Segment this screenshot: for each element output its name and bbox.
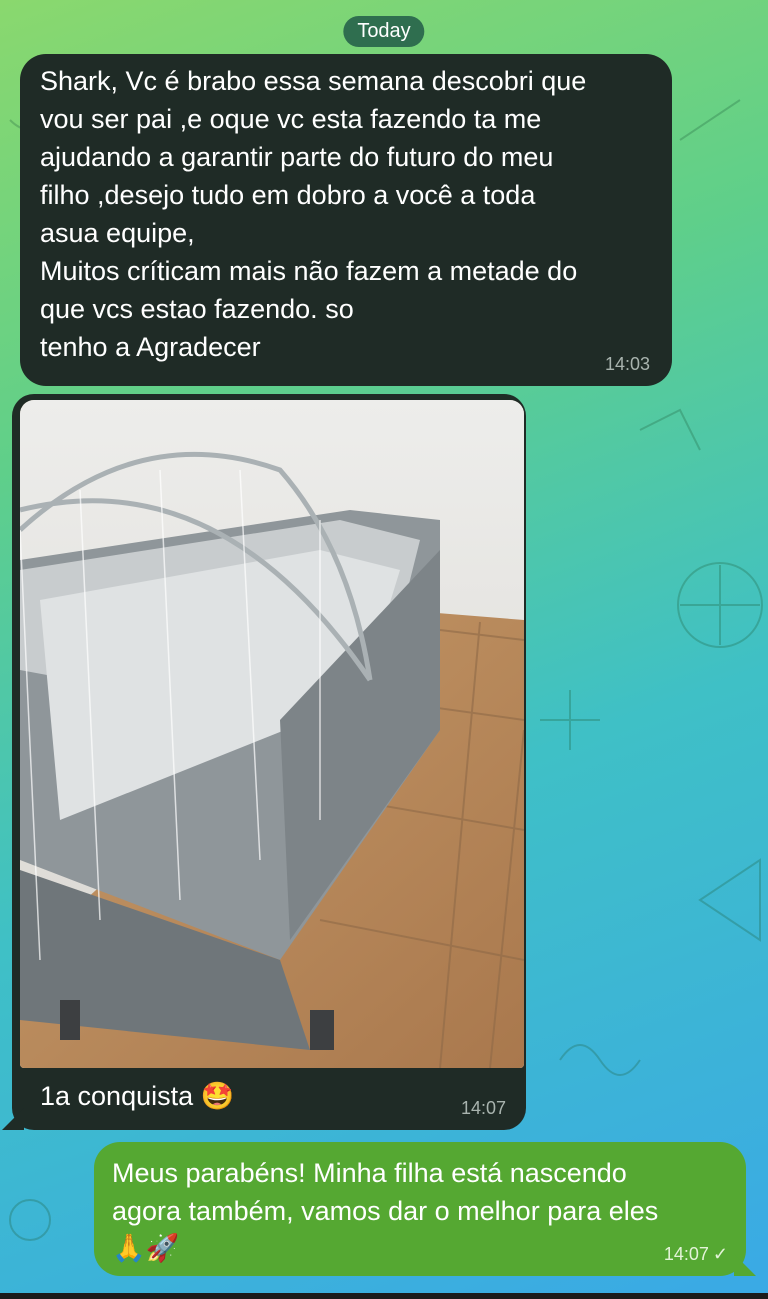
message-time: 14:07 (460, 1098, 506, 1118)
incoming-photo-message[interactable]: 1a conquista 🤩 14:07 (2, 394, 526, 1130)
message-text-line: ajudando a garantir parte do futuro do m… (40, 142, 554, 172)
message-time: 14:07 (663, 1244, 709, 1264)
message-text-line: tenho a Agradecer (40, 332, 261, 362)
photo-attachment[interactable] (20, 400, 524, 1068)
message-time-status: 14:07 ✓ (664, 1244, 728, 1264)
screen-bottom-edge (0, 1293, 768, 1299)
playpen-photo (20, 400, 524, 1068)
message-time: 14:03 (604, 354, 650, 374)
date-divider: Today (343, 16, 425, 47)
caption-text: 1a conquista (40, 1081, 194, 1111)
bubble-tail (734, 1254, 756, 1276)
outgoing-message-bubble[interactable]: Meus parabéns! Minha filha está nascendo… (94, 1142, 756, 1276)
double-check-icon: ✓ (712, 1244, 728, 1264)
star-struck-emoji: 🤩 (200, 1081, 235, 1112)
message-text-line: vou ser pai ,e oque vc esta fazendo ta m… (40, 104, 542, 134)
photo-caption: 1a conquista 🤩 (40, 1078, 234, 1115)
incoming-message-bubble[interactable]: Shark, Vc é brabo essa semana descobri q… (20, 54, 672, 386)
message-text-line: Meus parabéns! Minha filha está nascendo (112, 1158, 627, 1188)
message-text-line: agora também, vamos dar o melhor para el… (112, 1196, 659, 1226)
message-text-line: asua equipe, (40, 218, 195, 248)
message-emojis: 🙏🚀 (112, 1233, 180, 1264)
message-text-line: que vcs estao fazendo. so (40, 294, 354, 324)
message-text-line: Shark, Vc é brabo essa semana descobri q… (40, 66, 587, 96)
message-text-line: Muitos críticam mais não fazem a metade … (40, 256, 578, 286)
message-text-line: filho ,desejo tudo em dobro a você a tod… (40, 180, 536, 210)
bubble-tail (2, 1108, 24, 1130)
